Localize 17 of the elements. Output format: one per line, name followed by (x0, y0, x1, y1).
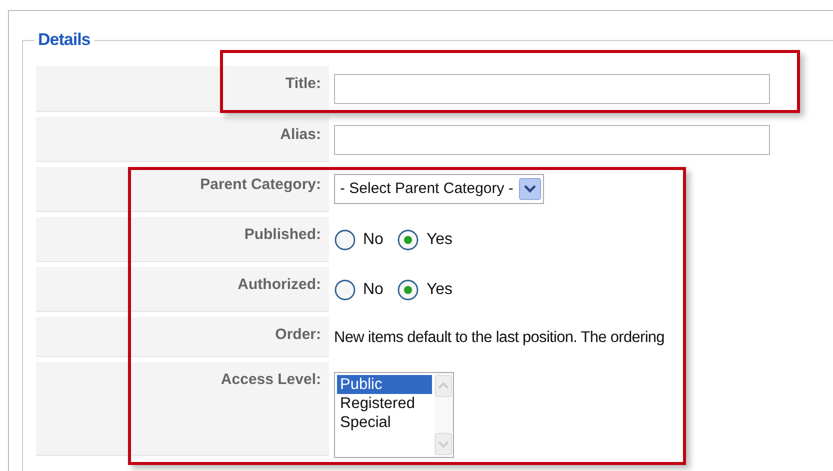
field-label: Order: (275, 325, 321, 345)
radio-label: No (363, 280, 384, 300)
field-label: Published: (244, 225, 321, 245)
list-option[interactable]: Public (337, 375, 432, 394)
field-label: Title: (285, 74, 321, 94)
list-box[interactable]: Public Registered Special (334, 372, 454, 458)
field-label: Parent Category: (200, 175, 321, 195)
help-text: New items default to the last position. The ordering (334, 328, 664, 348)
radio-label: No (363, 230, 384, 250)
field-label: Access Level: (220, 370, 321, 390)
radio-label: Yes (426, 230, 453, 250)
list-option[interactable]: Registered (337, 394, 432, 413)
dropdown[interactable]: - Select Parent Category - (334, 174, 544, 204)
field-label: Alias: (280, 125, 321, 145)
field-label: Authorized: (238, 275, 321, 295)
radio-label: Yes (426, 280, 453, 300)
list-option[interactable]: Special (337, 413, 432, 432)
